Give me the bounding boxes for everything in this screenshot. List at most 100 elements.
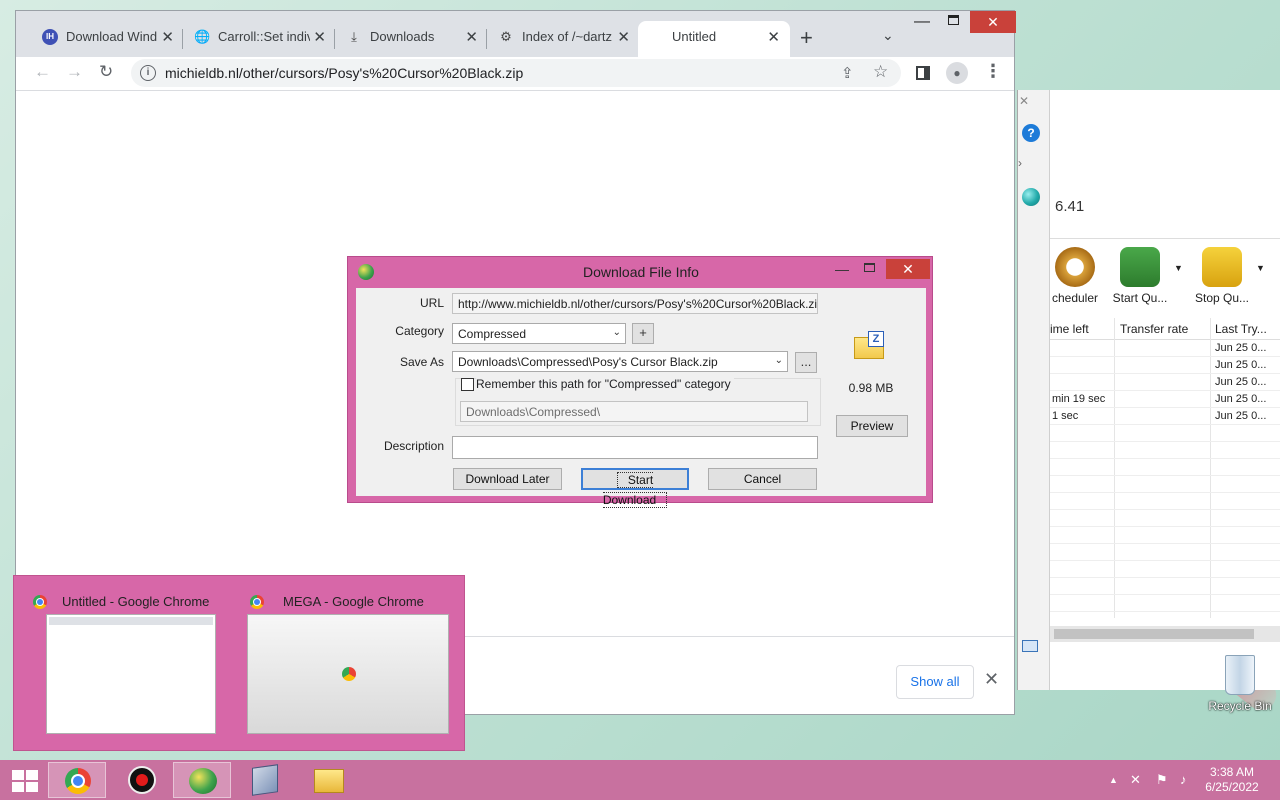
stop-queue-button[interactable]: Stop Qu...	[1190, 247, 1254, 305]
tab-strip: IH Download Wind ✕ 🌐 Carroll::Set indiv …	[16, 11, 1016, 57]
download-file-info-dialog: Download File Info — ✕ URL http://www.mi…	[347, 256, 933, 508]
table-row[interactable]	[1050, 578, 1280, 595]
table-row[interactable]: Jun 25 0...	[1050, 374, 1280, 391]
flag-icon[interactable]: ⚑	[1156, 772, 1168, 788]
reload-icon[interactable]: ↻	[99, 62, 113, 82]
thumbnail-preview-mega[interactable]	[247, 614, 449, 734]
close-icon[interactable]: ✕	[617, 28, 630, 46]
tab-index-of[interactable]: ⚙ Index of /~dartz ✕	[488, 21, 640, 57]
start-button[interactable]	[12, 770, 38, 792]
table-row[interactable]: Jun 25 0...	[1050, 357, 1280, 374]
last-try-cell: Jun 25 0...	[1215, 393, 1267, 405]
star-icon[interactable]: ☆	[873, 62, 888, 82]
maximize-icon[interactable]	[864, 263, 875, 272]
table-row[interactable]	[1050, 442, 1280, 459]
zip-file-icon: Z	[854, 331, 886, 361]
address-bar[interactable]: i michieldb.nl/other/cursors/Posy's%20Cu…	[131, 59, 901, 87]
taskbar-chrome[interactable]	[48, 762, 106, 798]
download-icon: ⤓	[351, 29, 357, 44]
kebab-menu-icon[interactable]: ⋮	[984, 61, 1002, 82]
tab-download-windows[interactable]: IH Download Wind ✕	[32, 21, 184, 57]
close-icon[interactable]: ✕	[886, 259, 930, 279]
side-panel-icon[interactable]	[916, 66, 930, 80]
table-row[interactable]	[1050, 595, 1280, 612]
new-tab-icon[interactable]: +	[800, 25, 813, 51]
scheduler-button[interactable]: cheduler	[1050, 247, 1100, 305]
chevron-down-icon[interactable]: ▼	[1256, 263, 1265, 273]
close-icon[interactable]: ✕	[984, 669, 999, 690]
column-header-time-left[interactable]: ime left	[1050, 322, 1089, 336]
column-header-transfer-rate[interactable]: Transfer rate	[1120, 322, 1188, 336]
close-icon[interactable]: ✕	[767, 28, 780, 46]
last-try-cell: Jun 25 0...	[1215, 376, 1267, 388]
chevron-down-icon: ⌄	[612, 327, 621, 338]
taskbar-screen-recorder[interactable]	[113, 762, 171, 798]
close-icon[interactable]: ✕	[970, 11, 1016, 33]
add-category-button[interactable]: +	[632, 323, 654, 344]
taskbar-file-explorer[interactable]	[300, 762, 358, 798]
profile-icon[interactable]: ●	[946, 62, 968, 84]
browse-button[interactable]: ...	[795, 352, 817, 373]
close-icon[interactable]: ✕	[1019, 94, 1029, 108]
network-icon[interactable]: ✕	[1130, 772, 1141, 788]
remember-path-checkbox[interactable]	[461, 378, 474, 391]
download-later-button[interactable]: Download Later	[453, 468, 562, 490]
tab-untitled[interactable]: Untitled ✕	[638, 21, 790, 57]
windows-logo-pane	[26, 770, 38, 780]
back-arrow-icon[interactable]: ←	[34, 62, 51, 82]
table-row[interactable]	[1050, 476, 1280, 493]
category-select[interactable]: Compressed ⌄	[452, 323, 626, 344]
tab-carroll[interactable]: 🌐 Carroll::Set indiv ✕	[184, 21, 336, 57]
url-field[interactable]: http://www.michieldb.nl/other/cursors/Po…	[452, 293, 818, 314]
taskbar-virtualbox[interactable]	[236, 762, 294, 798]
maximize-icon[interactable]	[948, 15, 959, 25]
start-queue-button[interactable]: Start Qu...	[1108, 247, 1172, 305]
cancel-button[interactable]: Cancel	[708, 468, 817, 490]
table-row[interactable]	[1050, 561, 1280, 578]
speaker-icon[interactable]: ♪	[1180, 772, 1187, 787]
help-icon[interactable]: ?	[1022, 124, 1040, 142]
thumbnail-preview-untitled[interactable]	[46, 614, 216, 734]
taskbar-idm[interactable]	[173, 762, 231, 798]
table-row[interactable]	[1050, 459, 1280, 476]
forward-arrow-icon[interactable]: →	[66, 62, 83, 82]
table-row[interactable]: 1 sec Jun 25 0...	[1050, 408, 1280, 425]
table-row[interactable]	[1050, 425, 1280, 442]
chevron-down-icon[interactable]: ▼	[1174, 263, 1183, 273]
recycle-bin[interactable]: Recycle Bin	[1205, 655, 1275, 713]
table-row[interactable]	[1050, 510, 1280, 527]
close-icon[interactable]: ✕	[313, 28, 326, 46]
column-header-last-try[interactable]: Last Try...	[1215, 322, 1267, 336]
idm-logo-icon	[358, 264, 374, 280]
taskbar	[0, 760, 1280, 800]
thumbnail-title[interactable]: Untitled - Google Chrome	[62, 594, 209, 609]
save-as-field[interactable]: Downloads\Compressed\Posy's Cursor Black…	[452, 351, 788, 372]
scrollbar-thumb[interactable]	[1054, 629, 1254, 639]
tray-expand-icon[interactable]: ▲	[1109, 775, 1118, 785]
thumbnail-title[interactable]: MEGA - Google Chrome	[283, 594, 424, 609]
show-all-button[interactable]: Show all	[896, 665, 974, 699]
share-icon[interactable]: ⇪	[841, 64, 854, 82]
info-icon[interactable]: i	[140, 65, 156, 81]
dialog-titlebar[interactable]: Download File Info — ✕	[348, 257, 932, 287]
minimize-icon[interactable]: —	[835, 261, 849, 277]
table-row[interactable]	[1050, 544, 1280, 561]
close-icon[interactable]: ✕	[161, 28, 174, 46]
description-field[interactable]	[452, 436, 818, 459]
system-clock[interactable]: 3:38 AM 6/25/2022	[1200, 765, 1264, 795]
horizontal-scrollbar[interactable]	[1050, 626, 1280, 642]
table-row[interactable]	[1050, 493, 1280, 510]
table-row[interactable]: Jun 25 0...	[1050, 340, 1280, 357]
url-text[interactable]: michieldb.nl/other/cursors/Posy's%20Curs…	[165, 65, 523, 81]
minimize-icon[interactable]: —	[914, 13, 930, 31]
tab-title: Untitled	[672, 29, 717, 44]
table-row[interactable]: min 19 sec Jun 25 0...	[1050, 391, 1280, 408]
save-as-value: Downloads\Compressed\Posy's Cursor Black…	[458, 355, 718, 369]
start-download-button[interactable]: Start Download	[581, 468, 689, 508]
tab-downloads[interactable]: ⤓ Downloads ✕	[336, 21, 488, 57]
close-icon[interactable]: ✕	[465, 28, 478, 46]
chevron-down-icon[interactable]: ⌄	[882, 27, 894, 44]
chevron-right-icon[interactable]: ›	[1018, 156, 1022, 170]
table-row[interactable]	[1050, 527, 1280, 544]
preview-button[interactable]: Preview	[836, 415, 908, 437]
